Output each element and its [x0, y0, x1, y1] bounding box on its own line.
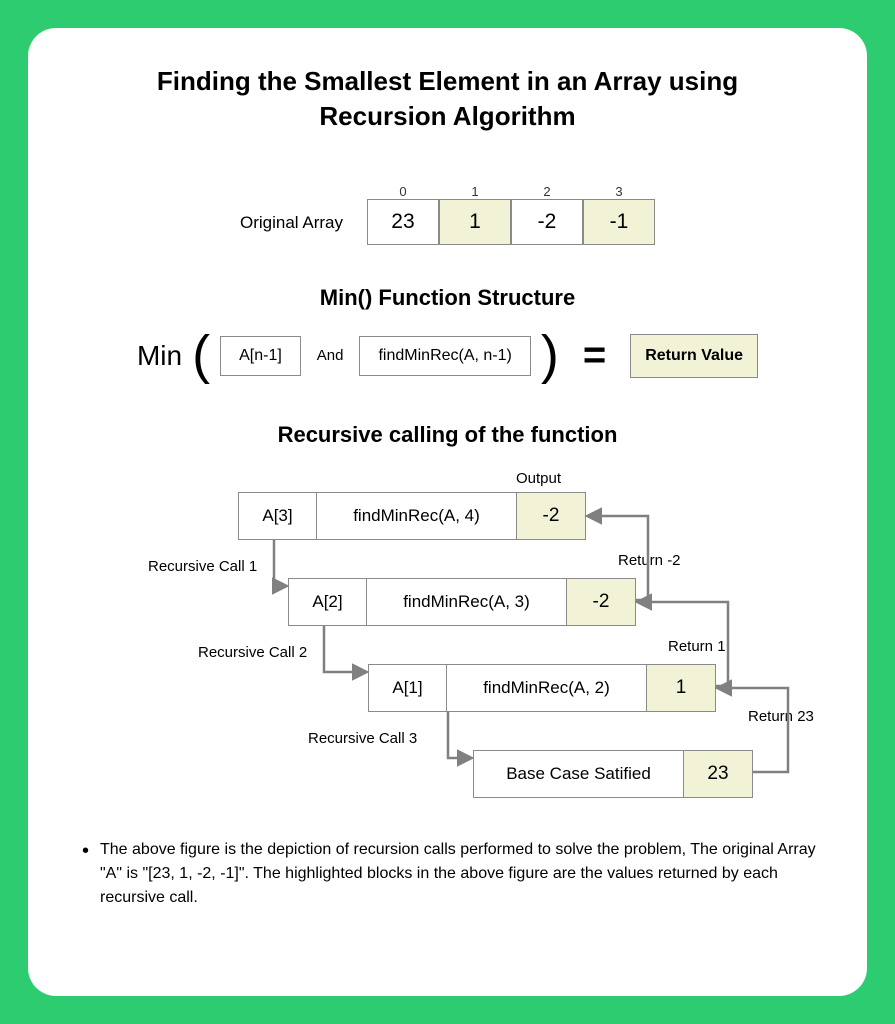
array-index: 0 — [367, 184, 439, 199]
array-cell: -2 — [511, 199, 583, 245]
array-cell-highlight: 1 — [439, 199, 511, 245]
left-paren: ( — [192, 334, 210, 377]
recursive-call-label-3: Recursive Call 3 — [308, 730, 417, 747]
diagram-card: Finding the Smallest Element in an Array… — [28, 28, 867, 996]
cell-func: findMinRec(A, 3) — [366, 578, 566, 626]
cell-base: Base Case Satified — [473, 750, 683, 798]
original-array-label: Original Array — [240, 213, 343, 233]
call-row-1: A[2] findMinRec(A, 3) -2 — [288, 578, 636, 626]
array-cell: 23 — [367, 199, 439, 245]
recursive-call-label-2: Recursive Call 2 — [198, 644, 307, 661]
box-a-n-1: A[n-1] — [220, 336, 301, 376]
cell-result: -2 — [566, 578, 636, 626]
cell-func: findMinRec(A, 2) — [446, 664, 646, 712]
cell-result: 1 — [646, 664, 716, 712]
array-cell-highlight: -1 — [583, 199, 655, 245]
subhead-recursive: Recursive calling of the function — [68, 422, 827, 448]
and-word: And — [317, 347, 344, 364]
right-paren: ) — [541, 334, 559, 377]
arrow-call-1 — [274, 540, 286, 586]
return-label-1: Return -2 — [618, 552, 681, 569]
cell-result: 23 — [683, 750, 753, 798]
call-row-base: Base Case Satified 23 — [473, 750, 753, 798]
cell-func: findMinRec(A, 4) — [316, 492, 516, 540]
call-row-0: A[3] findMinRec(A, 4) -2 — [238, 492, 586, 540]
array-index: 3 — [583, 184, 655, 199]
return-label-2: Return 1 — [668, 638, 726, 655]
array-index: 2 — [511, 184, 583, 199]
output-label: Output — [516, 470, 561, 487]
page-title: Finding the Smallest Element in an Array… — [68, 64, 827, 134]
subhead-min: Min() Function Structure — [68, 285, 827, 311]
min-word: Min — [137, 340, 182, 372]
arrow-call-2 — [324, 626, 366, 672]
footnote: The above figure is the depiction of rec… — [68, 838, 827, 910]
original-array-row: Original Array 0 1 2 3 23 1 -2 -1 — [68, 184, 827, 245]
return-label-3: Return 23 — [748, 708, 814, 725]
title-line-1: Finding the Smallest Element in an Array… — [157, 66, 738, 96]
recursive-call-label-1: Recursive Call 1 — [148, 558, 257, 575]
min-structure-line: Min ( A[n-1] And findMinRec(A, n-1) ) = … — [68, 333, 827, 378]
box-findminrec: findMinRec(A, n-1) — [359, 336, 530, 376]
return-value-box: Return Value — [630, 334, 758, 378]
array-cells: 23 1 -2 -1 — [367, 199, 655, 245]
arrow-call-3 — [448, 712, 471, 758]
call-row-2: A[1] findMinRec(A, 2) 1 — [368, 664, 716, 712]
array-indices: 0 1 2 3 — [367, 184, 655, 199]
cell-a: A[3] — [238, 492, 316, 540]
array-index: 1 — [439, 184, 511, 199]
cell-a: A[1] — [368, 664, 446, 712]
array-wrap: 0 1 2 3 23 1 -2 -1 — [367, 184, 655, 245]
cell-result: -2 — [516, 492, 586, 540]
recursive-stack-area: Output A[3] findMinRec(A, 4) -2 Recursiv… — [88, 470, 827, 810]
equals-sign: = — [583, 333, 606, 378]
cell-a: A[2] — [288, 578, 366, 626]
title-line-2: Recursion Algorithm — [319, 101, 575, 131]
